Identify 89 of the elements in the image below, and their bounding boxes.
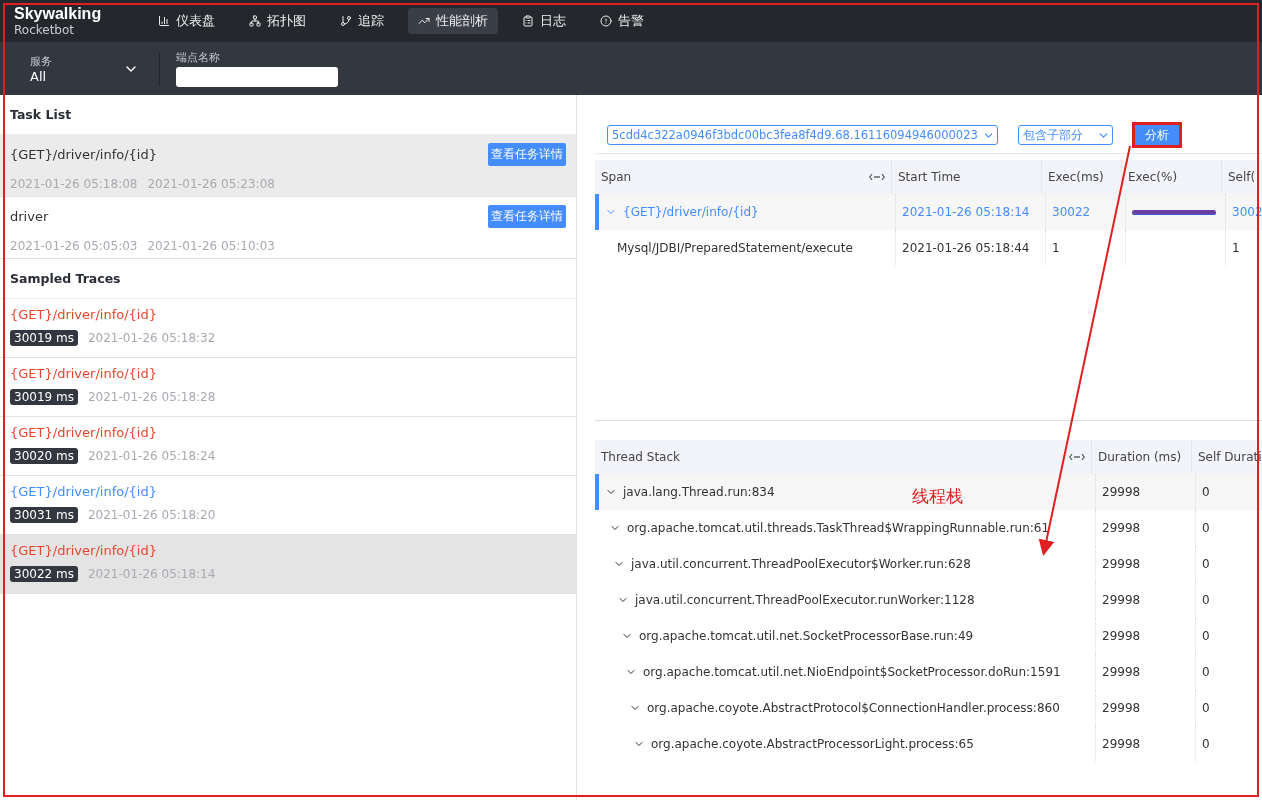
self-duration: 0: [1202, 629, 1210, 643]
task-name: {GET}/driver/info/{id}: [10, 147, 157, 162]
resize-icon[interactable]: [1069, 453, 1085, 461]
clipboard-icon: [522, 15, 534, 27]
service-select[interactable]: 服务 All: [30, 51, 160, 86]
duration: 29998: [1102, 521, 1141, 535]
exec-ms: 30022: [1052, 205, 1091, 219]
stack-frame: java.lang.Thread.run:834: [623, 485, 775, 499]
self-duration: 0: [1202, 701, 1210, 715]
stack-row[interactable]: java.util.concurrent.ThreadPoolExecutor$Worker.run:628 29998 0: [595, 546, 1262, 582]
stack-frame: org.apache.tomcat.util.net.SocketProcessorBase.run:49: [639, 629, 974, 643]
logo-name: Skywalking: [14, 6, 103, 22]
duration: 29998: [1102, 485, 1141, 499]
duration: 29998: [1102, 665, 1141, 679]
duration-badge: 30019 ms: [10, 389, 78, 405]
nav-tab[interactable]: 告警: [590, 8, 654, 34]
self-duration: 0: [1202, 521, 1210, 535]
task-end: 2021-01-26 05:10:03: [147, 239, 275, 253]
stack-frame: org.apache.coyote.AbstractProcessorLight.process:65: [651, 737, 974, 751]
trace-time: 2021-01-26 05:18:20: [87, 508, 216, 522]
self-duration: 0: [1202, 737, 1210, 751]
trace-time: 2021-01-26 05:18:14: [87, 567, 216, 581]
task-start: 2021-01-26 05:18:08: [10, 177, 138, 191]
task-end: 2021-01-26 05:23:08: [147, 177, 275, 191]
duration-badge: 30022 ms: [10, 566, 78, 582]
stack-frame: java.util.concurrent.ThreadPoolExecutor.runWorker:1128: [635, 593, 975, 607]
trend-line-icon: [418, 15, 430, 27]
trace-endpoint: {GET}/driver/info/{id}: [10, 543, 158, 558]
column-header: Duration (ms): [1098, 450, 1182, 464]
nav-tab[interactable]: 拓扑图: [239, 8, 316, 34]
duration: 29998: [1102, 557, 1141, 571]
task-item[interactable]: {GET}/driver/info/{id} 查看任务详情 2021-01-26 05:18:08 2021-01-26 05:23:08: [0, 135, 576, 197]
stack-row[interactable]: org.apache.coyote.AbstractProcessorLight.process:65 29998 0: [595, 726, 1262, 762]
start-time: 2021-01-26 05:18:44: [902, 241, 1030, 255]
nav-tab[interactable]: 追踪: [330, 8, 394, 34]
network-icon: [249, 15, 261, 27]
duration-badge: 30020 ms: [10, 448, 78, 464]
self-ms: 1: [1232, 241, 1240, 255]
self-duration: 0: [1202, 485, 1210, 499]
bar-chart-icon: [158, 15, 170, 27]
trace-time: 2021-01-26 05:18:32: [87, 331, 216, 345]
task-name: driver: [10, 209, 49, 224]
self-duration: 0: [1202, 593, 1210, 607]
span-row[interactable]: Mysql/JDBI/PreparedStatement/execute 2021-01-26 05:18:44 1 1: [595, 230, 1262, 266]
endpoint-field[interactable]: [176, 67, 338, 87]
annotation-label: 线程栈: [912, 485, 963, 508]
trace-time: 2021-01-26 05:18:28: [87, 390, 216, 404]
resize-icon[interactable]: [869, 173, 885, 181]
stack-frame: java.util.concurrent.ThreadPoolExecutor$Worker.run:628: [631, 557, 971, 571]
self-duration: 0: [1202, 557, 1210, 571]
self-duration: 0: [1202, 665, 1210, 679]
trace-endpoint: {GET}/driver/info/{id}: [10, 366, 158, 381]
stack-row[interactable]: org.apache.tomcat.util.threads.TaskThread$WrappingRunnable.run:61 29998 0: [595, 510, 1262, 546]
exec-ms: 1: [1052, 241, 1060, 255]
nav-tab[interactable]: 日志: [512, 8, 576, 34]
column-header: Exec(ms): [1048, 170, 1104, 184]
stack-row[interactable]: org.apache.coyote.AbstractProtocol$ConnectionHandler.process:860 29998 0: [595, 690, 1262, 726]
endpoint-label: 端点名称: [176, 50, 221, 65]
stack-row[interactable]: org.apache.tomcat.util.net.SocketProcessorBase.run:49 29998 0: [595, 618, 1262, 654]
column-header: Start Time: [898, 170, 961, 184]
duration-badge: 30031 ms: [10, 507, 78, 523]
column-header: Exec(%): [1128, 170, 1178, 184]
span-name: Mysql/JDBI/PreparedStatement/execute: [617, 241, 853, 255]
trace-endpoint: {GET}/driver/info/{id}: [10, 307, 158, 322]
stack-row[interactable]: org.apache.tomcat.util.net.NioEndpoint$SocketProcessor.doRun:1591 29998 0: [595, 654, 1262, 690]
trace-endpoint: {GET}/driver/info/{id}: [10, 425, 158, 440]
duration: 29998: [1102, 701, 1141, 715]
stack-frame: org.apache.coyote.AbstractProtocol$ConnectionHandler.process:860: [647, 701, 1060, 715]
stack-row[interactable]: java.util.concurrent.ThreadPoolExecutor.runWorker:1128 29998 0: [595, 582, 1262, 618]
duration: 29998: [1102, 737, 1141, 751]
start-time: 2021-01-26 05:18:14: [902, 205, 1030, 219]
alert-icon: [600, 15, 612, 27]
column-header: Thread Stack: [601, 450, 680, 464]
task-start: 2021-01-26 05:05:03: [10, 239, 138, 253]
nav-tab[interactable]: 性能剖析: [408, 8, 498, 34]
span-name: {GET}/driver/info/{id}: [623, 205, 759, 219]
trace-endpoint: {GET}/driver/info/{id}: [10, 484, 158, 499]
trace-time: 2021-01-26 05:18:24: [87, 449, 216, 463]
duration-badge: 30019 ms: [10, 330, 78, 346]
stack-frame: org.apache.tomcat.util.threads.TaskThread$WrappingRunnable.run:61: [627, 521, 1050, 535]
duration: 29998: [1102, 593, 1141, 607]
trace-item[interactable]: {GET}/driver/info/{id} 30022 ms 2021-01-26 05:18:14: [0, 535, 576, 594]
column-header: Self(: [1228, 170, 1256, 184]
duration: 29998: [1102, 629, 1141, 643]
nav-tab[interactable]: 仪表盘: [148, 8, 225, 34]
stack-frame: org.apache.tomcat.util.net.NioEndpoint$SocketProcessor.doRun:1591: [643, 665, 1061, 679]
branch-icon: [340, 15, 352, 27]
column-header: Span: [601, 170, 632, 184]
logo-subtitle: Rocketbot: [14, 24, 75, 36]
